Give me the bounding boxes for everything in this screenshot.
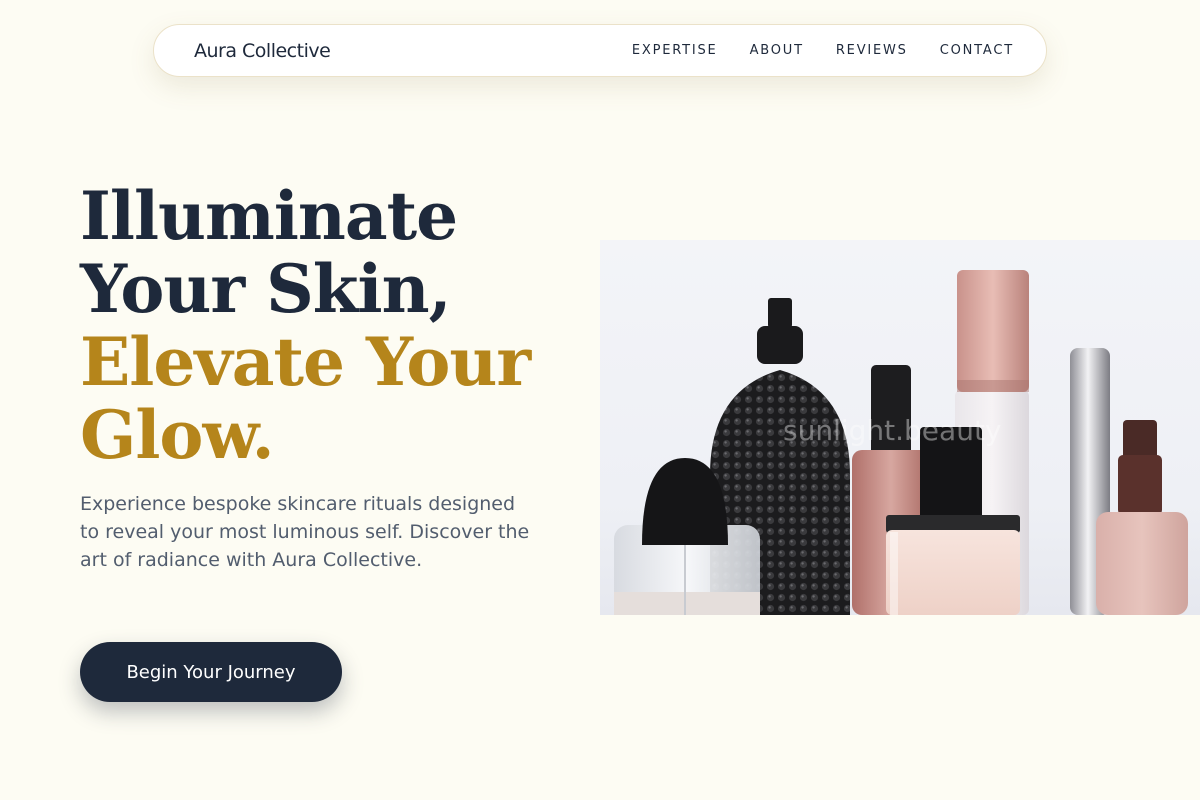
nav-links: EXPERTISE ABOUT REVIEWS CONTACT xyxy=(632,43,1014,58)
hero-title-accent-line: Elevate Your xyxy=(80,323,531,401)
hero-product-image: sunlight.beauty xyxy=(600,240,1200,615)
brand-logo[interactable]: Aura Collective xyxy=(194,40,331,62)
nav-link-expertise[interactable]: EXPERTISE xyxy=(632,43,718,58)
begin-journey-button[interactable]: Begin Your Journey xyxy=(80,642,342,702)
nav-link-about[interactable]: ABOUT xyxy=(750,43,804,58)
hero-title-accent-line: Glow. xyxy=(80,396,275,474)
hero-title-line: Illuminate xyxy=(80,177,458,255)
nav-link-contact[interactable]: CONTACT xyxy=(940,43,1014,58)
hero-description: Experience bespoke skincare rituals desi… xyxy=(80,493,530,571)
hero-title-line: Your Skin, xyxy=(80,250,452,328)
perfume-bottles-illustration: sunlight.beauty xyxy=(614,270,1188,615)
nav-link-reviews[interactable]: REVIEWS xyxy=(836,43,908,58)
hero-title: Illuminate Your Skin, Elevate Your Glow. xyxy=(80,177,531,474)
watermark-text: sunlight.beauty xyxy=(783,414,1002,447)
top-navigation: Aura Collective EXPERTISE ABOUT REVIEWS … xyxy=(153,24,1047,77)
